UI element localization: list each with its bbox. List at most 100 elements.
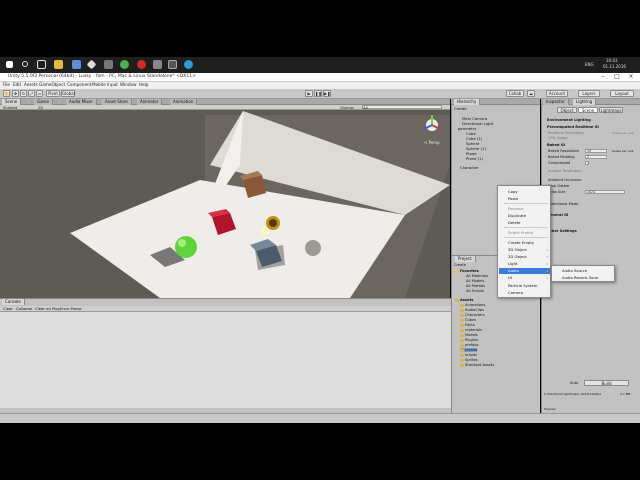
explorer-icon[interactable] [54, 60, 63, 69]
asset-folder[interactable]: scenes [460, 348, 478, 352]
cloud-icon[interactable]: ☁ [527, 90, 535, 97]
green-sphere[interactable] [175, 236, 197, 258]
windows-start-icon[interactable] [6, 61, 13, 68]
context-3d-object[interactable]: 3D Object [508, 247, 527, 252]
console-error-pause-button[interactable]: Error Pause [60, 306, 82, 311]
project-create-button[interactable]: Create [454, 263, 466, 267]
submenu-audio-source[interactable]: Audio Source [562, 268, 587, 273]
layers-dropdown[interactable]: Layers [578, 90, 600, 97]
context-particle-system[interactable]: Particle System [508, 283, 537, 288]
submenu-audio-reverb-zone[interactable]: Audio Reverb Zone [562, 275, 598, 280]
menu-gameobject[interactable]: GameObject [39, 82, 65, 87]
close-button[interactable]: × [624, 73, 638, 82]
menu-window[interactable]: Window [120, 82, 137, 87]
hierarchy-item[interactable]: Character [460, 165, 479, 170]
asset-folder[interactable]: Fonts [460, 323, 475, 327]
favorites-folder[interactable]: Favorites [455, 269, 479, 273]
console-collapse-button[interactable]: Collapse [16, 306, 32, 311]
asset-folder[interactable]: prefabs [460, 343, 479, 347]
context-rename[interactable]: Rename [508, 206, 524, 211]
assets-folder[interactable]: Assets [455, 298, 473, 302]
asset-folder[interactable]: Animations [460, 303, 485, 307]
environment-section[interactable]: Environment Lighting [547, 118, 591, 122]
compressed-checkbox[interactable]: ✓ [585, 161, 590, 165]
context-duplicate[interactable]: Duplicate [508, 213, 526, 218]
baked-gi-section[interactable]: Baked GI [547, 143, 565, 147]
asset-folder[interactable]: scripts [460, 353, 477, 357]
unity-taskbar-icon[interactable] [86, 59, 97, 70]
context-paste[interactable]: Paste [508, 196, 518, 201]
grey-sphere[interactable] [305, 240, 321, 256]
layout-dropdown[interactable]: Layout [610, 90, 634, 97]
scene-canvas[interactable]: < Persp [0, 105, 450, 298]
task-view-icon[interactable] [37, 60, 46, 69]
context-2d-object[interactable]: 2D Object [508, 254, 527, 259]
scene-view[interactable]: Shaded 2D Gizmos All < Persp [0, 105, 450, 298]
hierarchy-item[interactable]: Plane (1) [466, 156, 483, 161]
scale-tool-button[interactable]: ⤢ [28, 90, 35, 97]
search-icon[interactable] [22, 61, 28, 67]
maximize-button[interactable]: □ [610, 73, 624, 82]
context-delete[interactable]: Delete [508, 220, 520, 225]
opera-icon[interactable] [137, 60, 146, 69]
global-toggle[interactable]: Global [61, 90, 75, 97]
app-icon[interactable] [104, 60, 113, 69]
asset-folder[interactable]: Standard Assets [460, 363, 494, 367]
tab-project[interactable]: Project [455, 256, 476, 262]
app-icon[interactable] [72, 60, 81, 69]
favorite-item[interactable]: All Materials [466, 274, 488, 278]
app-icon[interactable] [153, 60, 162, 69]
account-dropdown[interactable]: Account [546, 90, 568, 97]
chrome-icon[interactable] [120, 60, 129, 69]
clock-date[interactable]: 01.11.2016 [603, 64, 626, 69]
language-indicator[interactable]: ENG [585, 62, 594, 67]
hand-tool-button[interactable]: ✋ [3, 90, 10, 97]
other-settings-section[interactable]: Other Settings [547, 229, 577, 233]
favorite-item[interactable]: All Scripts [466, 289, 484, 293]
asset-folder[interactable]: materials [460, 328, 482, 332]
context-camera[interactable]: Camera [508, 290, 523, 295]
console-log-area[interactable] [0, 312, 451, 408]
asset-folder[interactable]: Models [460, 333, 478, 337]
menu-file[interactable]: File [3, 82, 10, 87]
pause-button[interactable]: ❚❚ [314, 90, 322, 97]
context-ui[interactable]: UI [508, 275, 512, 280]
build-button[interactable]: Build [584, 380, 629, 386]
menu-component[interactable]: Component [67, 82, 91, 87]
console-clear-on-play-button[interactable]: Clear on Play [35, 306, 60, 311]
context-light[interactable]: Light [508, 261, 517, 266]
context-create-empty[interactable]: Create Empty [508, 240, 534, 245]
context-select-prefab[interactable]: Select Prefab [508, 230, 533, 235]
step-button[interactable]: ▶❚ [323, 90, 331, 97]
baked-resolution-field[interactable]: 10 [585, 149, 607, 153]
lighting-tab-object[interactable]: Object [557, 107, 577, 113]
asset-folder[interactable]: Sprites [460, 358, 478, 362]
perspective-label[interactable]: < Persp [424, 140, 440, 145]
app-icon[interactable] [184, 60, 193, 69]
context-audio[interactable]: Audio [508, 268, 519, 273]
pivot-toggle[interactable]: Pivot [46, 90, 60, 97]
menu-mobile-input[interactable]: Mobile Input [92, 82, 118, 87]
asset-folder[interactable]: Characters [460, 313, 485, 317]
asset-folder[interactable]: Cubes [460, 318, 476, 322]
menu-edit[interactable]: Edit [13, 82, 21, 87]
asset-folder[interactable]: Plugins [460, 338, 478, 342]
collab-dropdown[interactable]: Collab [506, 90, 524, 97]
atlas-size-dropdown[interactable]: 1024 [585, 190, 625, 194]
tab-console[interactable]: Console [2, 299, 25, 305]
light-gizmo-icon[interactable] [261, 227, 269, 235]
precomputed-section[interactable]: Precomputed Realtime GI [547, 125, 599, 129]
play-button[interactable]: ▶ [305, 90, 313, 97]
clock-time[interactable]: 16:03 [606, 58, 618, 63]
menu-assets[interactable]: Assets [24, 82, 38, 87]
lighting-tab-scene[interactable]: Scene [578, 107, 598, 113]
lighting-tab-lightmaps[interactable]: Lightmaps [599, 107, 623, 113]
auto-toggle[interactable]: Auto [570, 381, 578, 385]
favorite-item[interactable]: All Models [466, 279, 484, 283]
favorite-item[interactable]: All Prefabs [466, 284, 485, 288]
hierarchy-create-button[interactable]: Create [454, 106, 467, 111]
rect-tool-button[interactable]: ▭ [36, 90, 43, 97]
minimize-button[interactable]: – [596, 73, 610, 82]
menu-help[interactable]: Help [139, 82, 149, 87]
baked-padding-field[interactable]: 2 [585, 155, 607, 159]
